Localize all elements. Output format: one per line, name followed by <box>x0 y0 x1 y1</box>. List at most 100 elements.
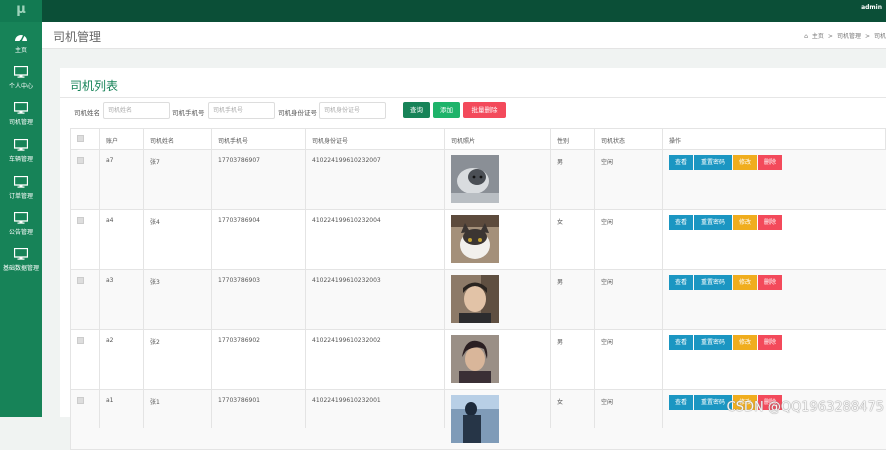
cell-status: 空闲 <box>601 277 613 286</box>
delete-button[interactable]: 删除 <box>758 155 782 170</box>
view-button[interactable]: 查看 <box>669 155 693 170</box>
page-title: 司机管理 <box>53 28 101 45</box>
cell-account: a1 <box>106 397 114 404</box>
cell-idcard: 410224199610232004 <box>312 217 381 224</box>
column-photo: 司机照片 <box>451 136 475 145</box>
driver-name-input[interactable] <box>103 102 170 119</box>
cell-phone: 17703786903 <box>218 277 260 284</box>
cell-idcard: 410224199610232002 <box>312 337 381 344</box>
table-row: a2张217703786902410224199610232002男空闲查看重置… <box>70 330 886 390</box>
cell-name: 张4 <box>150 217 160 226</box>
reset-password-button[interactable]: 重置密码 <box>694 155 732 170</box>
delete-button[interactable]: 删除 <box>758 275 782 290</box>
breadcrumb-separator: > <box>865 33 870 40</box>
cell-status: 空闲 <box>601 217 613 226</box>
man-photo <box>451 275 499 323</box>
column-gender: 性别 <box>557 136 569 145</box>
view-button[interactable]: 查看 <box>669 275 693 290</box>
home-icon: ⌂ <box>804 33 808 40</box>
cell-phone: 17703786901 <box>218 397 260 404</box>
cell-gender: 男 <box>557 337 563 346</box>
cell-status: 空闲 <box>601 337 613 346</box>
cell-account: a4 <box>106 217 114 224</box>
sidebar-item-home[interactable]: 主页 <box>0 24 42 58</box>
sidebar-item-notices[interactable]: 公告管理 <box>0 206 42 240</box>
cell-name: 张1 <box>150 397 160 406</box>
monitor-icon <box>14 139 28 151</box>
column-account: 账户 <box>106 136 118 145</box>
landscape-photo <box>451 395 499 443</box>
reset-password-button[interactable]: 重置密码 <box>694 215 732 230</box>
column-phone: 司机手机号 <box>218 136 248 145</box>
driver-phone-input[interactable] <box>208 102 275 119</box>
delete-button[interactable]: 删除 <box>758 335 782 350</box>
monitor-icon <box>14 66 28 78</box>
cell-idcard: 410224199610232003 <box>312 277 381 284</box>
sidebar-item-label: 基础数据管理 <box>0 263 42 272</box>
add-button[interactable]: 添加 <box>433 102 460 118</box>
row-checkbox[interactable] <box>77 277 84 284</box>
cell-name: 张2 <box>150 337 160 346</box>
sidebar-item-profile[interactable]: 个人中心 <box>0 60 42 94</box>
batch-delete-button[interactable]: 批量删除 <box>463 102 506 118</box>
cell-account: a2 <box>106 337 114 344</box>
driver-phone-label: 司机手机号 <box>172 107 205 117</box>
breadcrumb-drivers[interactable]: 司机管理 <box>837 33 861 40</box>
cell-idcard: 410224199610232007 <box>312 157 381 164</box>
edit-button[interactable]: 修改 <box>733 275 757 290</box>
cell-status: 空闲 <box>601 397 613 406</box>
sidebar-item-label: 个人中心 <box>0 81 42 90</box>
cell-name: 张3 <box>150 277 160 286</box>
column-idcard: 司机身份证号 <box>312 136 348 145</box>
cell-gender: 女 <box>557 397 563 406</box>
reset-password-button[interactable]: 重置密码 <box>694 335 732 350</box>
breadcrumb-current: 司机 <box>874 33 886 40</box>
driver-id-label: 司机身份证号 <box>278 107 317 117</box>
cell-idcard: 410224199610232001 <box>312 397 381 404</box>
edit-button[interactable]: 修改 <box>733 215 757 230</box>
csdn-watermark: CSDN @QQ1963288475 <box>727 400 884 415</box>
cell-name: 张7 <box>150 157 160 166</box>
row-checkbox[interactable] <box>77 397 84 404</box>
man-dark-photo <box>451 335 499 383</box>
view-button[interactable]: 查看 <box>669 335 693 350</box>
column-divider <box>143 128 144 428</box>
cat-photo <box>451 215 499 263</box>
table-header: 账户 司机姓名 司机手机号 司机身份证号 司机照片 性别 司机状态 操作 <box>70 128 886 150</box>
cell-gender: 女 <box>557 217 563 226</box>
sidebar-item-orders[interactable]: 订单管理 <box>0 170 42 204</box>
edit-button[interactable]: 修改 <box>733 155 757 170</box>
sidebar-item-base-data[interactable]: 基础数据管理 <box>0 242 42 276</box>
sidebar-item-vehicles[interactable]: 车辆管理 <box>0 133 42 167</box>
delete-button[interactable]: 删除 <box>758 215 782 230</box>
reset-password-button[interactable]: 重置密码 <box>694 275 732 290</box>
table-row: a3张317703786903410224199610232003男空闲查看重置… <box>70 270 886 330</box>
sidebar-item-label: 订单管理 <box>0 191 42 200</box>
table-row: a1张117703786901410224199610232001女空闲查看重置… <box>70 390 886 450</box>
breadcrumb-home[interactable]: 主页 <box>812 33 824 40</box>
cell-status: 空闲 <box>601 157 613 166</box>
query-button[interactable]: 查询 <box>403 102 430 118</box>
sidebar: 主页 个人中心 司机管理 车辆管理 订单管理 公告管理 基础数据管理 <box>0 22 42 417</box>
husky-photo <box>451 155 499 203</box>
sidebar-item-label: 公告管理 <box>0 227 42 236</box>
sidebar-item-drivers[interactable]: 司机管理 <box>0 96 42 130</box>
driver-id-input[interactable] <box>319 102 386 119</box>
monitor-icon <box>14 176 28 188</box>
view-button[interactable]: 查看 <box>669 215 693 230</box>
app-logo[interactable]: μ <box>0 0 42 22</box>
select-all-checkbox[interactable] <box>77 135 84 142</box>
edit-button[interactable]: 修改 <box>733 335 757 350</box>
column-actions: 操作 <box>669 136 681 145</box>
breadcrumb: ⌂主页>司机管理>司机 <box>800 31 886 40</box>
row-checkbox[interactable] <box>77 217 84 224</box>
cell-account: a7 <box>106 157 114 164</box>
row-checkbox[interactable] <box>77 157 84 164</box>
row-checkbox[interactable] <box>77 337 84 344</box>
view-button[interactable]: 查看 <box>669 395 693 410</box>
column-divider <box>444 128 445 428</box>
divider <box>60 97 886 98</box>
column-divider <box>550 128 551 428</box>
user-name[interactable]: admin <box>861 4 882 11</box>
sidebar-item-label: 车辆管理 <box>0 154 42 163</box>
